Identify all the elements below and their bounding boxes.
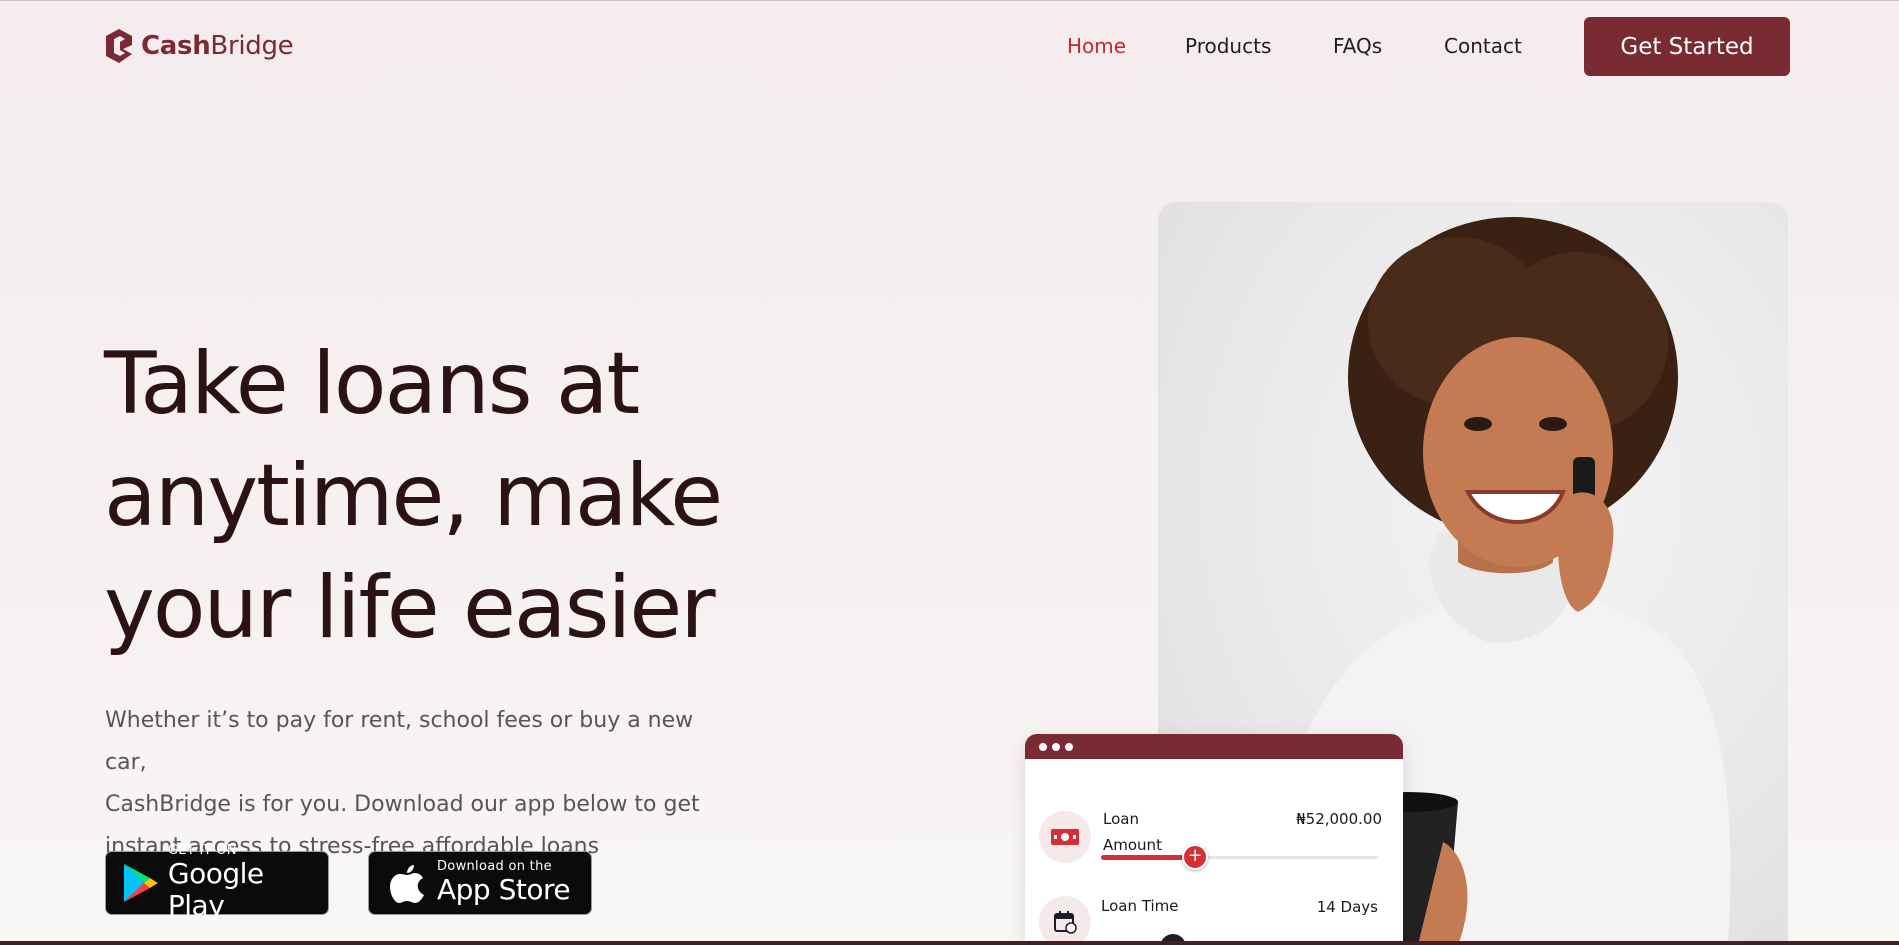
app-store-button[interactable]: Download on the App Store (368, 851, 592, 915)
slider-handle-plus-icon[interactable]: + (1182, 844, 1209, 870)
amount-label: Amount (1103, 836, 1162, 854)
nav-home[interactable]: Home (1067, 34, 1126, 58)
calendar-icon (1054, 911, 1077, 934)
hero-title-line: your life easier (104, 558, 716, 658)
get-started-button[interactable]: Get Started (1584, 17, 1790, 76)
hero-subtitle-line: CashBridge is for you. Download our app … (105, 792, 700, 817)
google-play-big-text: Google Play (167, 857, 264, 922)
nav-products[interactable]: Products (1185, 34, 1271, 58)
loan-calculator-card: Loan Amount ₦52,000.00 + Loan Time 14 Da… (1025, 734, 1403, 945)
hero-subtitle-line: Whether it’s to pay for rent, school fee… (105, 708, 694, 775)
google-play-button[interactable]: GET IT ON Google Play (105, 844, 329, 922)
bottom-divider (0, 941, 1899, 945)
app-store-big-text: App Store (437, 873, 571, 906)
app-store-small-text: Download on the (437, 859, 552, 874)
nav-faqs[interactable]: FAQs (1333, 34, 1382, 58)
brand-logo[interactable]: CashBridge (105, 28, 294, 64)
loan-time-icon-wrap (1039, 896, 1091, 945)
loan-label: Loan (1103, 810, 1139, 828)
hero-title: Take loans at anytime, make your life ea… (104, 328, 804, 664)
top-divider (0, 0, 1899, 1)
nav-contact[interactable]: Contact (1444, 34, 1522, 58)
loan-time-label: Loan Time (1101, 897, 1179, 915)
loan-amount-slider[interactable]: + (1101, 844, 1378, 870)
window-dot (1039, 742, 1047, 751)
cash-icon (1051, 829, 1079, 845)
google-play-icon (123, 864, 158, 902)
loan-time-value: 14 Days (1316, 898, 1378, 916)
loan-amount-icon-wrap (1039, 811, 1091, 863)
google-play-small-text: GET IT ON (167, 843, 237, 858)
brand-name: CashBridge (141, 31, 294, 61)
hero-title-line: Take loans at (104, 334, 640, 434)
card-titlebar (1025, 734, 1403, 759)
loan-amount-value: ₦52,000.00 (1296, 810, 1382, 828)
apple-icon (390, 865, 424, 903)
slider-fill (1101, 855, 1196, 860)
window-dot (1052, 742, 1060, 751)
window-dot (1065, 742, 1073, 751)
hero-title-line: anytime, make (104, 446, 723, 546)
logo-mark-icon (106, 29, 132, 63)
